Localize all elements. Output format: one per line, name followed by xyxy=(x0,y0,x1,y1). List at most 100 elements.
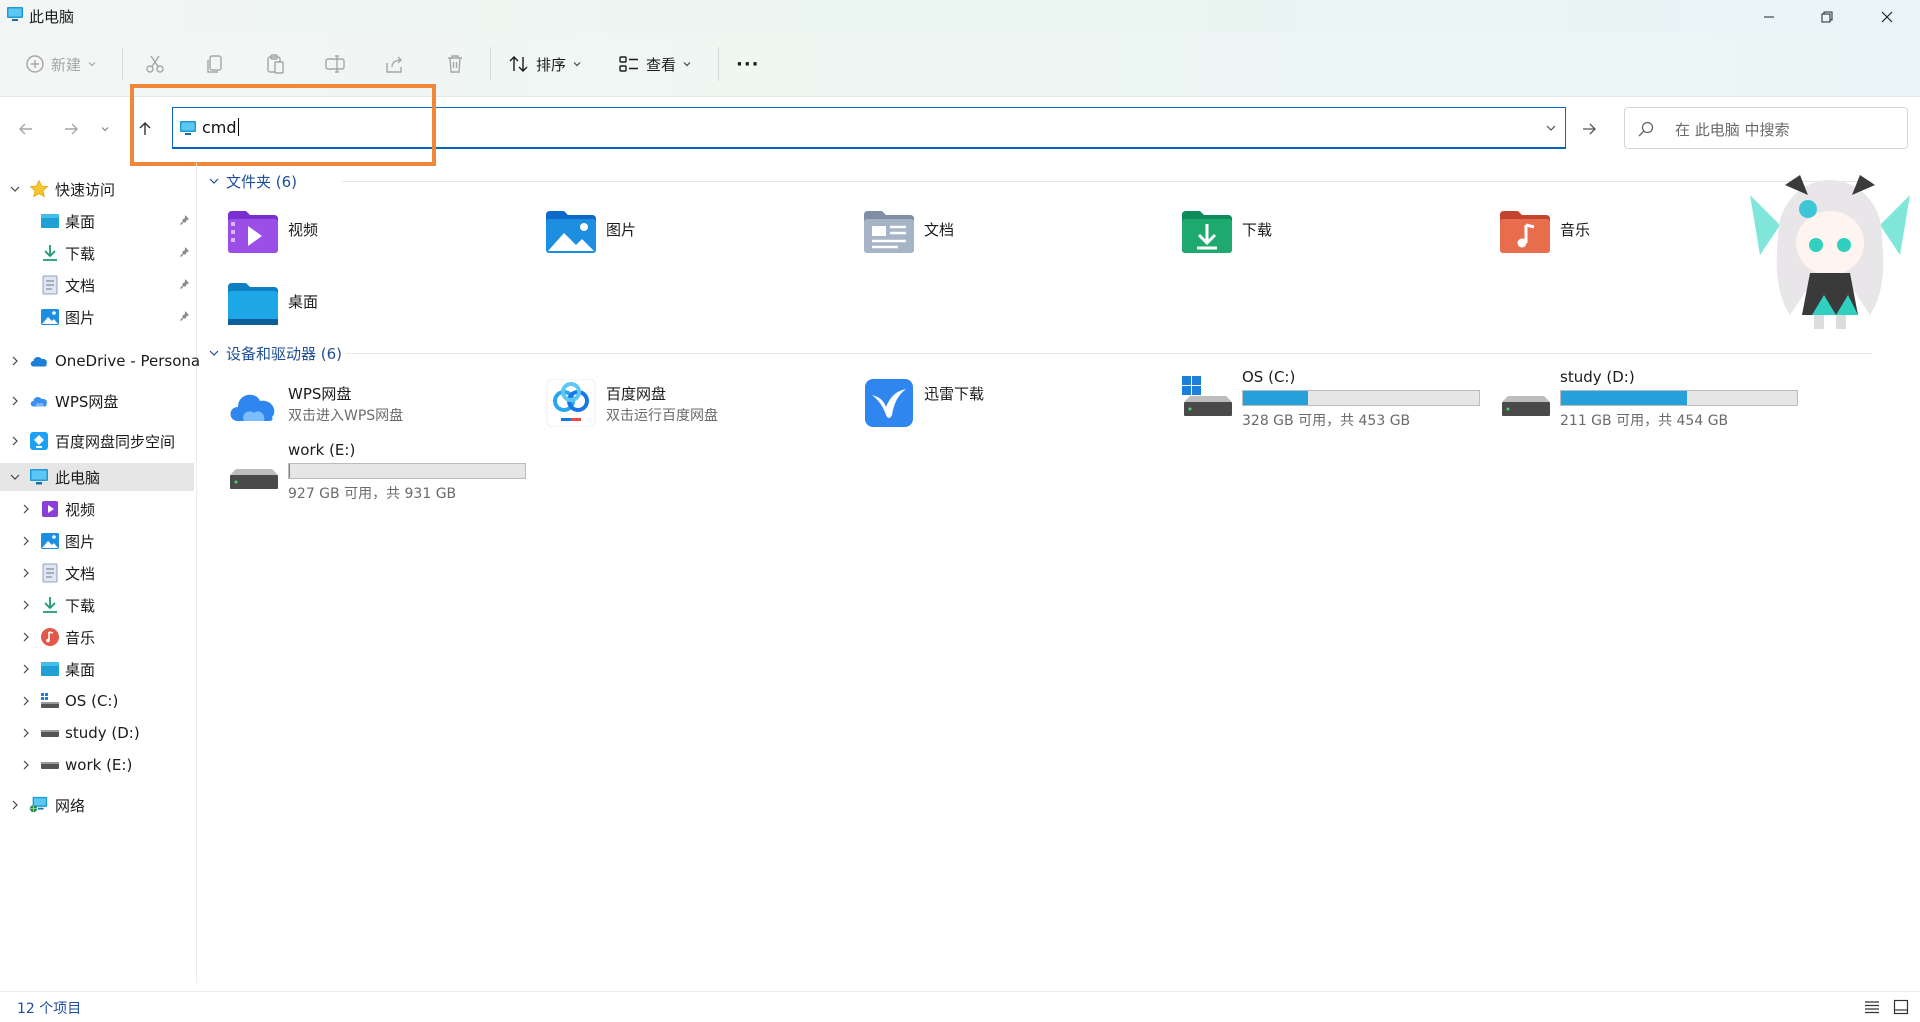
drive-e[interactable]: work (E:) 927 GB 可用，共 931 GB xyxy=(200,439,526,505)
sidebar-label: 文档 xyxy=(65,564,96,583)
document-icon xyxy=(40,563,60,583)
back-button[interactable] xyxy=(11,114,41,144)
restore-button[interactable] xyxy=(1798,0,1856,33)
sidebar-item-onedrive[interactable]: OneDrive - Persona xyxy=(0,347,200,375)
sidebar-label: 视频 xyxy=(65,500,96,519)
xunlei-icon xyxy=(865,379,913,427)
rename-button[interactable] xyxy=(324,47,346,81)
chevron-right-icon[interactable] xyxy=(9,355,21,367)
sidebar-item-desktop[interactable]: 桌面 xyxy=(0,207,196,235)
divider xyxy=(342,181,1872,182)
forward-button[interactable] xyxy=(56,114,86,144)
sidebar-label: 网络 xyxy=(55,796,86,815)
sidebar-label: 音乐 xyxy=(65,628,96,647)
drive-usage-fill xyxy=(1561,391,1688,405)
sidebar-label: 下载 xyxy=(65,244,96,263)
download-folder-icon xyxy=(1182,211,1232,253)
drive-c[interactable]: OS (C:) 328 GB 可用，共 453 GB xyxy=(1154,366,1480,432)
content-pane: 文件夹 (6) 视频 图片 文档 下载 音乐 桌面 设备和驱动器 (6) WPS… xyxy=(200,163,1920,983)
sidebar-item-pictures-pc[interactable]: 图片 xyxy=(0,527,196,555)
folder-desktop[interactable]: 桌面 xyxy=(200,275,510,331)
sidebar-item-downloads[interactable]: 下载 xyxy=(0,239,196,267)
chevron-right-icon[interactable] xyxy=(20,759,32,771)
app-wps-drive[interactable]: WPS网盘 双击进入WPS网盘 xyxy=(200,375,510,431)
folder-downloads[interactable]: 下载 xyxy=(1154,203,1464,259)
address-dropdown-button[interactable] xyxy=(1545,120,1557,138)
copy-icon xyxy=(207,55,222,73)
sidebar-item-downloads-pc[interactable]: 下载 xyxy=(0,591,196,619)
sidebar-item-desktop-pc[interactable]: 桌面 xyxy=(0,655,196,683)
folder-pictures[interactable]: 图片 xyxy=(518,203,828,259)
pin-icon xyxy=(178,308,190,326)
chevron-right-icon[interactable] xyxy=(20,695,32,707)
cloud-icon xyxy=(29,351,49,371)
sidebar-item-documents[interactable]: 文档 xyxy=(0,271,196,299)
folder-music[interactable]: 音乐 xyxy=(1472,203,1782,259)
cut-icon xyxy=(146,55,164,73)
chevron-right-icon[interactable] xyxy=(20,503,32,515)
copy-button[interactable] xyxy=(204,47,226,81)
sidebar-item-documents-pc[interactable]: 文档 xyxy=(0,559,196,587)
sidebar-item-drive-d[interactable]: study (D:) xyxy=(0,719,196,747)
go-button[interactable] xyxy=(1574,114,1604,144)
app-xunlei[interactable]: 迅雷下载 xyxy=(836,375,1146,431)
folder-documents[interactable]: 文档 xyxy=(836,203,1146,259)
folders-group-header[interactable]: 文件夹 (6) xyxy=(208,169,297,193)
chevron-right-icon[interactable] xyxy=(20,599,32,611)
chevron-right-icon[interactable] xyxy=(20,567,32,579)
drive-usage-fill xyxy=(1243,391,1309,405)
desktop-folder-icon xyxy=(228,283,278,325)
sidebar-item-quick-access[interactable]: 快速访问 xyxy=(0,175,196,203)
sidebar-item-wps[interactable]: WPS网盘 xyxy=(0,387,196,415)
search-box[interactable]: 在 此电脑 中搜索 xyxy=(1624,107,1908,149)
chevron-right-icon[interactable] xyxy=(9,395,21,407)
sidebar-item-baidu-sync[interactable]: 百度网盘同步空间 xyxy=(0,427,196,455)
pin-icon xyxy=(178,276,190,294)
chevron-right-icon[interactable] xyxy=(20,631,32,643)
document-icon xyxy=(40,275,60,295)
chevron-down-icon[interactable] xyxy=(9,471,21,483)
devices-group-header[interactable]: 设备和驱动器 (6) xyxy=(208,341,342,365)
paste-button[interactable] xyxy=(264,47,286,81)
chevron-down-icon xyxy=(683,62,691,67)
tiles-view-button[interactable] xyxy=(1893,999,1909,1019)
chevron-right-icon[interactable] xyxy=(20,663,32,675)
drive-usage-bar xyxy=(1242,390,1480,406)
sort-button[interactable]: 排序 xyxy=(508,47,582,81)
arrow-right-icon xyxy=(1583,123,1596,135)
more-options-button[interactable]: ··· xyxy=(736,47,760,81)
minimize-button[interactable] xyxy=(1740,0,1798,33)
navigation-pane: 快速访问 桌面 下载 文档 图片 OneDrive - Persona WPS网… xyxy=(0,163,200,983)
view-button[interactable]: 查看 xyxy=(618,47,692,81)
chevron-down-icon[interactable] xyxy=(9,183,21,195)
sidebar-label: 文档 xyxy=(65,276,96,295)
sidebar-label: WPS网盘 xyxy=(55,392,119,411)
sidebar-item-music[interactable]: 音乐 xyxy=(0,623,196,651)
drive-icon xyxy=(40,755,60,775)
drive-d[interactable]: study (D:) 211 GB 可用，共 454 GB xyxy=(1472,366,1798,432)
details-view-button[interactable] xyxy=(1864,999,1880,1019)
chevron-down-icon xyxy=(209,350,219,356)
tile-label: 下载 xyxy=(1242,221,1273,239)
folder-videos[interactable]: 视频 xyxy=(200,203,510,259)
chevron-right-icon[interactable] xyxy=(9,799,21,811)
sidebar-item-this-pc[interactable]: 此电脑 xyxy=(0,463,194,491)
chevron-right-icon[interactable] xyxy=(9,435,21,447)
close-button[interactable] xyxy=(1858,0,1916,33)
sidebar-item-network[interactable]: 网络 xyxy=(0,791,196,819)
sidebar-item-videos[interactable]: 视频 xyxy=(0,495,196,523)
recent-locations-button[interactable] xyxy=(95,114,115,144)
sidebar-item-drive-e[interactable]: work (E:) xyxy=(0,751,196,779)
download-icon xyxy=(40,595,60,615)
sidebar-item-pictures[interactable]: 图片 xyxy=(0,303,196,331)
sidebar-item-drive-c[interactable]: OS (C:) xyxy=(0,687,196,715)
chevron-right-icon[interactable] xyxy=(20,535,32,547)
chevron-right-icon[interactable] xyxy=(20,727,32,739)
delete-button[interactable] xyxy=(444,47,466,81)
devices-group-label: 设备和驱动器 (6) xyxy=(226,344,343,363)
cut-button[interactable] xyxy=(144,47,166,81)
app-baidu-drive[interactable]: 百度网盘 双击运行百度网盘 xyxy=(518,375,828,431)
download-icon xyxy=(40,243,60,263)
share-button[interactable] xyxy=(384,47,406,81)
new-button[interactable]: 新建 xyxy=(25,47,97,81)
